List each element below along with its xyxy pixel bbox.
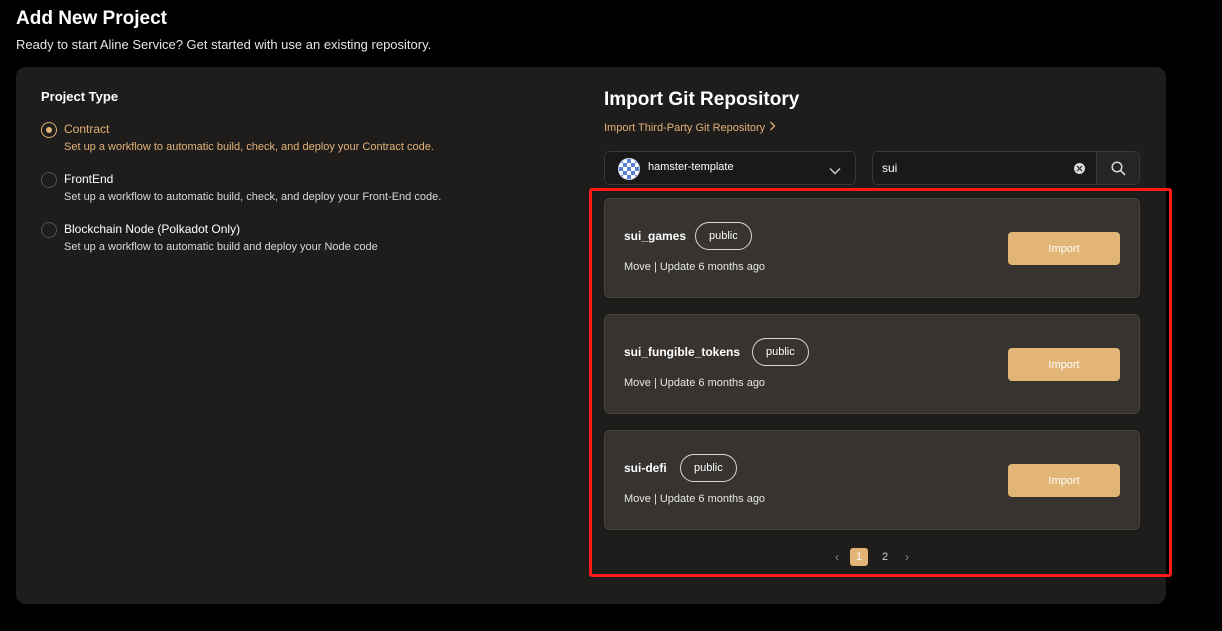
project-type-option-blockchain-node[interactable]: Blockchain Node (Polkadot Only) Set up a…	[41, 222, 561, 254]
project-type-section: Project Type Contract Set up a workflow …	[41, 89, 561, 254]
option-description: Set up a workflow to automatic build, ch…	[64, 141, 434, 153]
repo-card: sui_games public Move | Update 6 months …	[604, 198, 1140, 298]
clear-icon[interactable]	[1074, 163, 1085, 174]
visibility-badge: public	[695, 222, 752, 250]
option-title: Contract	[64, 122, 110, 136]
option-title: FrontEnd	[64, 172, 114, 186]
radio-button[interactable]	[41, 172, 57, 188]
import-button[interactable]: Import	[1008, 348, 1120, 381]
repo-name: sui_fungible_tokens	[624, 345, 741, 359]
pagination-next-icon[interactable]: ›	[902, 550, 912, 564]
option-title: Blockchain Node (Polkadot Only)	[64, 222, 241, 236]
repo-search-input[interactable]	[873, 152, 1097, 184]
repo-name: sui-defi	[624, 461, 667, 475]
import-button[interactable]: Import	[1008, 232, 1120, 265]
repo-meta: Move | Update 6 months ago	[624, 261, 766, 273]
chevron-down-icon	[829, 163, 841, 175]
account-select-value: hamster-template	[648, 161, 734, 173]
import-third-party-link[interactable]: Import Third-Party Git Repository	[604, 121, 776, 134]
option-description: Set up a workflow to automatic build, ch…	[64, 191, 442, 203]
new-project-card: Project Type Contract Set up a workflow …	[16, 67, 1166, 604]
repo-card: sui_fungible_tokens public Move | Update…	[604, 314, 1140, 414]
repo-list: sui_games public Move | Update 6 months …	[604, 198, 1140, 546]
project-type-option-frontend[interactable]: FrontEnd Set up a workflow to automatic …	[41, 172, 561, 204]
page-header: Add New Project Ready to start Aline Ser…	[16, 8, 431, 53]
import-button[interactable]: Import	[1008, 464, 1120, 497]
repo-card: sui-defi public Move | Update 6 months a…	[604, 430, 1140, 530]
search-button[interactable]	[1096, 152, 1139, 184]
page-subtitle: Ready to start Aline Service? Get starte…	[16, 37, 432, 52]
repo-meta: Move | Update 6 months ago	[624, 493, 766, 505]
radio-button-checked[interactable]	[41, 122, 57, 138]
search-icon	[1111, 161, 1126, 176]
chevron-right-icon	[769, 121, 776, 134]
pagination-prev-icon[interactable]: ‹	[832, 550, 842, 564]
option-description: Set up a workflow to automatic build and…	[64, 241, 378, 253]
visibility-badge: public	[752, 338, 809, 366]
account-select[interactable]: hamster-template	[604, 151, 856, 185]
repo-search-box	[872, 151, 1140, 185]
radio-button[interactable]	[41, 222, 57, 238]
account-avatar	[618, 158, 640, 180]
pagination: ‹ 1 2 ›	[604, 548, 1140, 566]
project-type-option-contract[interactable]: Contract Set up a workflow to automatic …	[41, 122, 561, 154]
import-git-title: Import Git Repository	[604, 89, 800, 110]
project-type-label: Project Type	[41, 89, 119, 104]
pagination-page-1[interactable]: 1	[850, 548, 868, 566]
third-party-link-label: Import Third-Party Git Repository	[604, 122, 766, 134]
repo-meta: Move | Update 6 months ago	[624, 377, 766, 389]
repo-name: sui_games	[624, 229, 687, 243]
visibility-badge: public	[680, 454, 737, 482]
pagination-page-2[interactable]: 2	[876, 548, 894, 566]
page-title: Add New Project	[16, 8, 167, 29]
